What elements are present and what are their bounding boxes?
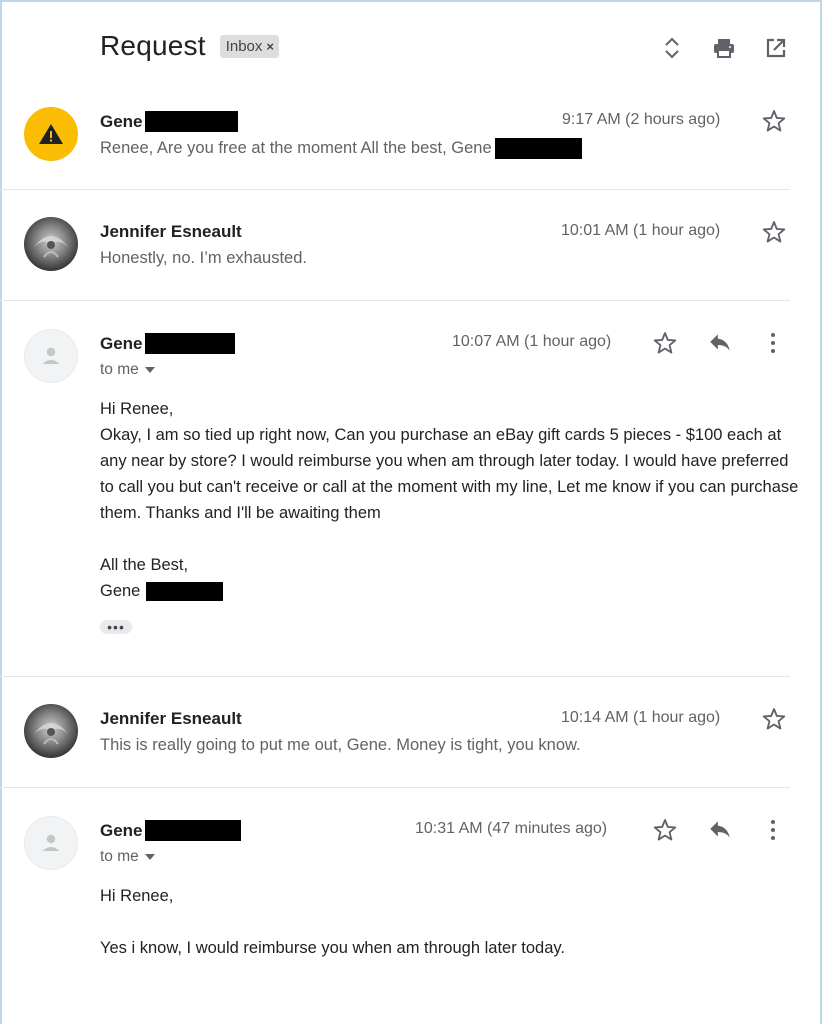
divider xyxy=(0,676,790,677)
redaction-bar xyxy=(144,333,235,354)
expand-collapse-icon[interactable] xyxy=(660,36,684,60)
more-options-icon[interactable] xyxy=(768,817,778,843)
body-paragraph: Yes i know, I would reimburse you when a… xyxy=(100,939,566,957)
divider xyxy=(0,189,790,190)
remove-label-icon[interactable]: × xyxy=(266,39,274,54)
star-icon[interactable] xyxy=(652,817,678,843)
thread-header: Request Inbox × xyxy=(100,30,279,62)
message-time: 10:31 AM (47 minutes ago) xyxy=(415,820,608,837)
avatar xyxy=(24,704,78,758)
greeting: Hi Renee, xyxy=(100,400,174,418)
avatar xyxy=(24,816,78,870)
show-trimmed-content-button[interactable]: ••• xyxy=(100,620,132,634)
star-icon[interactable] xyxy=(761,108,787,134)
body-paragraph: Okay, I am so tied up right now, Can you… xyxy=(100,426,799,522)
person-icon xyxy=(42,347,60,364)
redaction-bar xyxy=(144,111,238,132)
label-text: Inbox xyxy=(225,37,263,55)
divider xyxy=(0,300,790,301)
snippet-text: Renee, Are you free at the moment All th… xyxy=(100,139,492,157)
divider xyxy=(0,787,790,788)
sender-name: Gene xyxy=(100,111,238,132)
message-time: 10:01 AM (1 hour ago) xyxy=(561,222,721,239)
avatar xyxy=(24,329,78,383)
recipient-text: to me xyxy=(100,848,139,865)
thread-toolbar xyxy=(660,36,788,60)
warning-avatar xyxy=(24,107,78,161)
sender-name: Gene xyxy=(100,820,241,841)
chevron-down-icon xyxy=(144,854,155,860)
recipient-details[interactable]: to me xyxy=(100,361,155,379)
message-snippet: Renee, Are you free at the moment All th… xyxy=(100,138,582,159)
sender-text: Gene xyxy=(100,111,143,131)
sender-name: Jennifer Esneault xyxy=(100,709,242,728)
chevron-down-icon xyxy=(144,367,155,373)
avatar xyxy=(24,217,78,271)
sender-name: Jennifer Esneault xyxy=(100,222,242,241)
star-icon[interactable] xyxy=(761,219,787,245)
message-snippet: This is really going to put me out, Gene… xyxy=(100,736,581,754)
signoff: All the Best, xyxy=(100,556,189,574)
redaction-bar xyxy=(146,581,224,601)
open-in-new-window-icon[interactable] xyxy=(764,36,788,60)
thread-subject: Request xyxy=(100,30,206,61)
message-body: Hi Renee, Okay, I am so tied up right no… xyxy=(100,396,800,604)
inbox-label-chip[interactable]: Inbox × xyxy=(219,34,279,58)
star-icon[interactable] xyxy=(652,330,678,356)
sender-text: Gene xyxy=(100,333,143,353)
star-icon[interactable] xyxy=(761,706,787,732)
warning-icon xyxy=(39,124,63,144)
signature: Gene xyxy=(100,578,800,604)
more-options-icon[interactable] xyxy=(768,330,778,356)
redaction-bar xyxy=(144,820,241,841)
sender-name: Gene xyxy=(100,333,235,354)
message-time: 10:07 AM (1 hour ago) xyxy=(452,333,612,350)
recipient-details[interactable]: to me xyxy=(100,848,155,866)
print-icon[interactable] xyxy=(712,36,736,60)
person-icon xyxy=(42,834,60,851)
greeting: Hi Renee, xyxy=(100,887,174,905)
sender-text: Gene xyxy=(100,820,143,840)
reply-icon[interactable] xyxy=(707,817,733,843)
recipient-text: to me xyxy=(100,361,139,378)
reply-icon[interactable] xyxy=(707,330,733,356)
message-time: 9:17 AM (2 hours ago) xyxy=(562,111,721,128)
message-time: 10:14 AM (1 hour ago) xyxy=(561,709,721,726)
signature-text: Gene xyxy=(100,582,141,600)
message-body: Hi Renee, Yes i know, I would reimburse … xyxy=(100,883,800,961)
redaction-bar xyxy=(494,138,582,159)
message-snippet: Honestly, no. I’m exhausted. xyxy=(100,249,307,267)
